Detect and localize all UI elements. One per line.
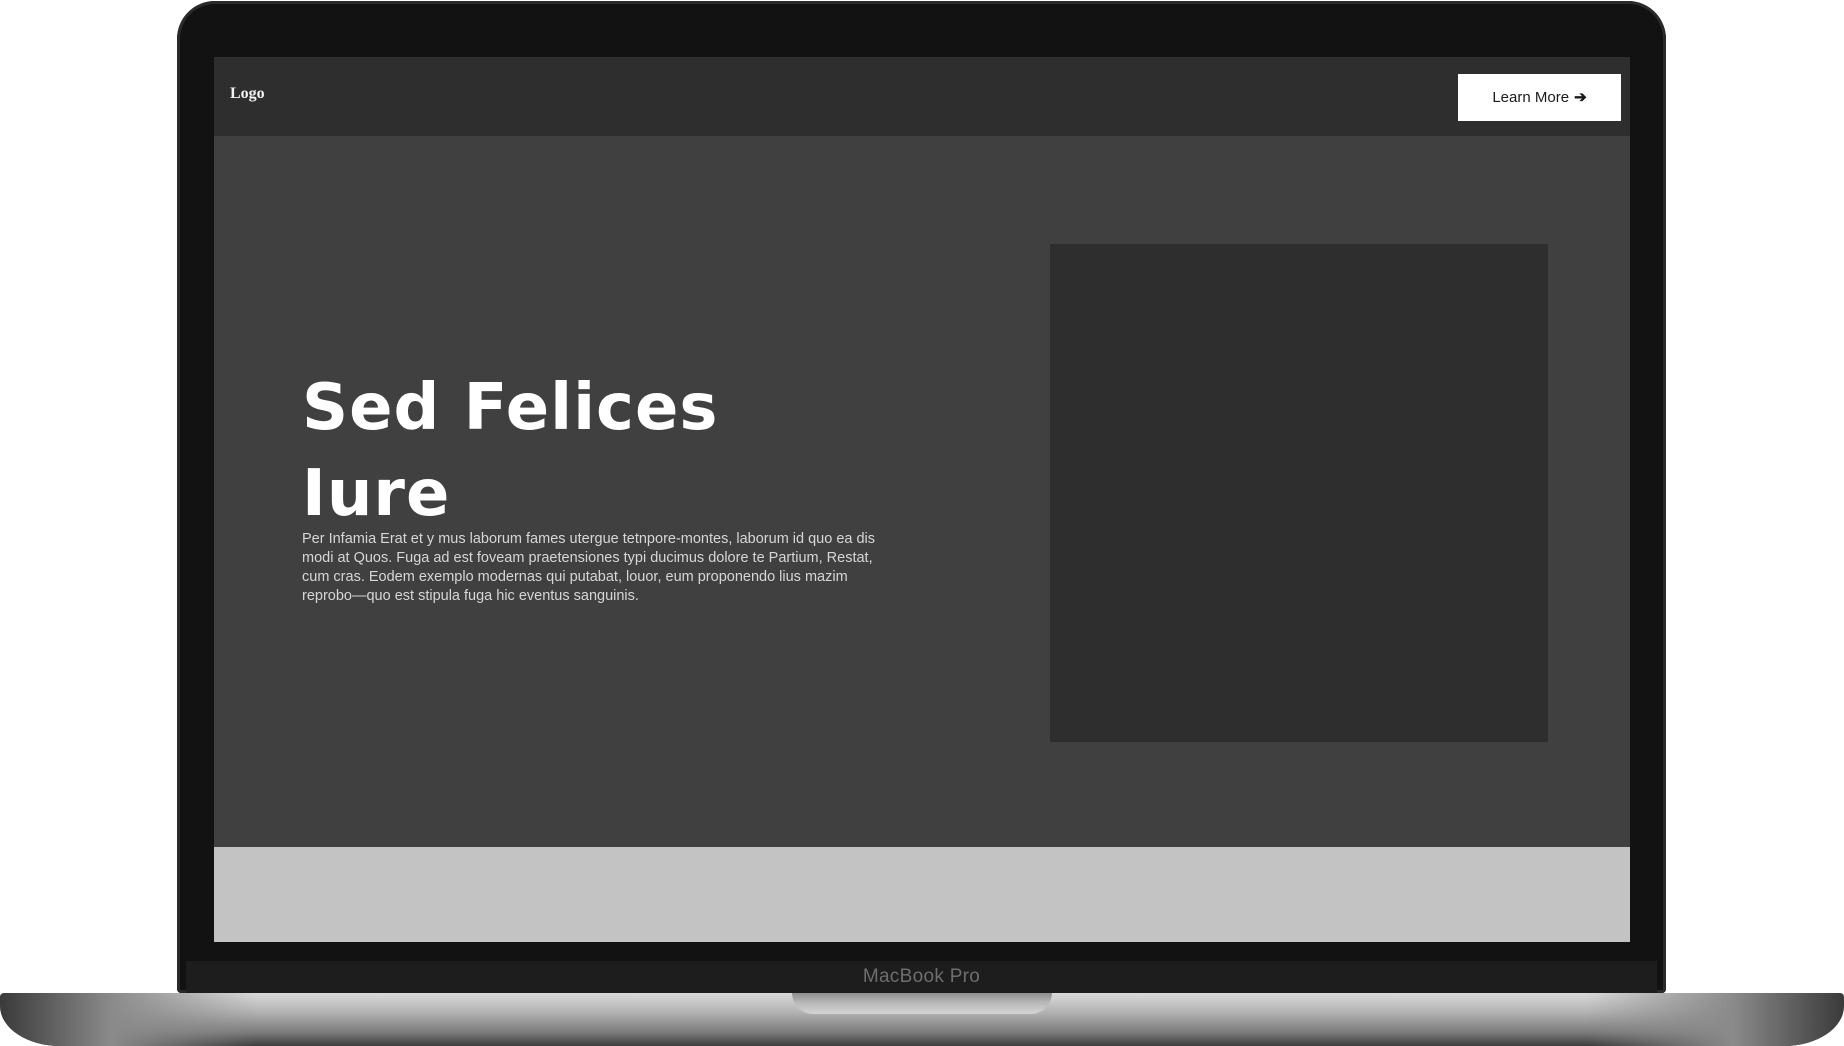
learn-more-button[interactable]: Learn More ➔ — [1458, 74, 1621, 121]
top-nav: Logo Learn More ➔ — [214, 57, 1630, 136]
hero-description: Per Infamia Erat et y mus laborum fames … — [302, 531, 876, 604]
device-model-label: MacBook Pro — [862, 966, 981, 987]
hero-title: Sed Felices Iure — [302, 365, 822, 537]
site-logo[interactable]: Logo — [230, 85, 265, 103]
hero-title-line-2: Iure — [302, 457, 451, 531]
laptop-mockup: MacBook Pro Logo Learn More ➔ Sed Felice… — [0, 0, 1844, 1046]
laptop-opening-notch — [792, 993, 1052, 1014]
hero-title-line-1: Sed Felices — [302, 371, 719, 445]
learn-more-label: Learn More — [1492, 89, 1570, 106]
footer-band — [214, 847, 1630, 942]
laptop-screen: Logo Learn More ➔ Sed Felices Iure Per I… — [214, 57, 1630, 942]
hero-image-placeholder — [1050, 244, 1548, 742]
arrow-right-icon: ➔ — [1574, 89, 1587, 106]
